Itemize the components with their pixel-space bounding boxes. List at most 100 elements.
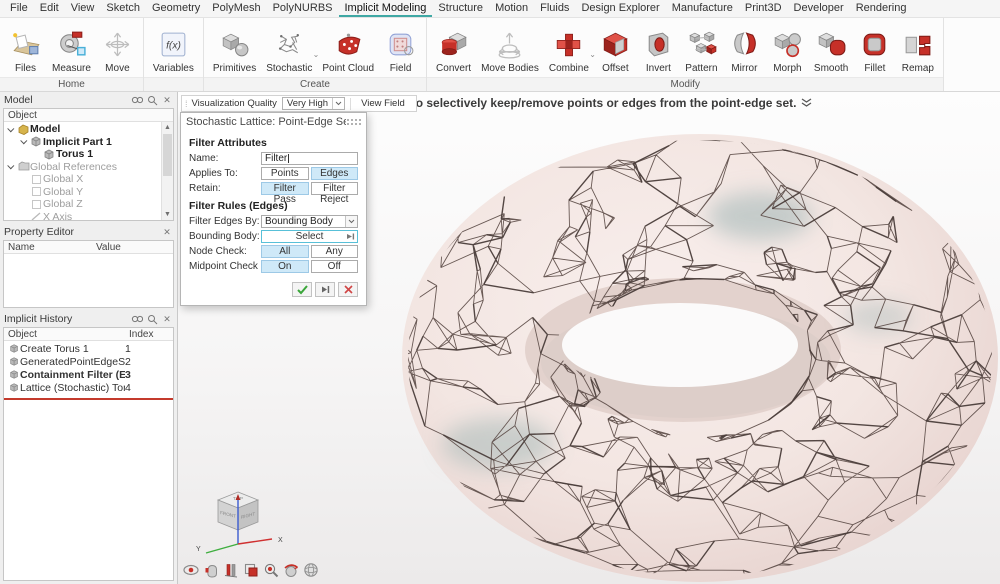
fit-icon[interactable] [243,562,260,579]
field-icon [384,25,417,63]
model-panel: Model ✕ Object ModelImplicit Part 1Torus… [0,92,177,224]
model-panel-title: Model [4,94,131,106]
points-toggle[interactable]: Points [261,167,309,180]
history-item-1[interactable]: Create Torus 11 [4,342,173,355]
history-item-3[interactable]: Containment Filter (Edg...3 [4,368,173,381]
menu-manufacture[interactable]: Manufacture [666,0,739,17]
remap-tool[interactable]: Remap [896,24,939,77]
invert-tool[interactable]: Invert [637,24,680,77]
tree-expand-icon[interactable] [19,139,29,144]
history-item-2[interactable]: GeneratedPointEdgeSet T...2 [4,355,173,368]
cancel-button[interactable] [338,282,358,297]
menu-view[interactable]: View [65,0,101,17]
combine-tool[interactable]: ⌄Combine [544,24,594,77]
tree-item-global-references[interactable]: Global References [4,161,173,174]
menu-print3d[interactable]: Print3D [739,0,788,17]
globe-icon[interactable] [303,562,320,579]
pointcloud-icon [332,25,365,63]
rotate-icon[interactable] [283,562,300,579]
menu-sketch[interactable]: Sketch [100,0,146,17]
menu-developer[interactable]: Developer [788,0,850,17]
section-icon[interactable] [223,562,240,579]
tree-item-implicit-part-1[interactable]: Implicit Part 1 [4,136,173,149]
close-icon[interactable]: ✕ [161,313,173,325]
filter-reject-toggle[interactable]: Filter Reject [311,182,359,195]
menu-structure[interactable]: Structure [432,0,489,17]
scroll-up-icon[interactable]: ▲ [162,122,173,133]
stochastic-tool[interactable]: ⌄Stochastic [261,24,317,77]
dialog-title-bar[interactable]: Stochastic Lattice: Point-Edge Set Fil..… [181,113,366,130]
offset-icon [599,25,632,63]
menu-implicit-modeling[interactable]: Implicit Modeling [339,0,433,17]
close-icon[interactable]: ✕ [161,226,173,238]
primitives-tool[interactable]: Primitives [208,24,261,77]
chevron-down-icon [332,98,344,109]
tree-item-global-x[interactable]: Global X [4,173,173,186]
menu-polymesh[interactable]: PolyMesh [206,0,266,17]
fillet-tool[interactable]: Fillet [853,24,896,77]
menu-design-explorer[interactable]: Design Explorer [575,0,665,17]
smooth-tool[interactable]: Smooth [809,24,853,77]
filter-pass-toggle[interactable]: Filter Pass [261,182,309,195]
tree-item-torus-1[interactable]: Torus 1 [4,148,173,161]
find-icon[interactable] [131,94,143,106]
midpoint-off-toggle[interactable]: Off [311,260,359,273]
field-tool[interactable]: Field [379,24,422,77]
tree-item-global-z[interactable]: Global Z [4,198,173,211]
toolbar-grip-icon[interactable]: ⁞ [185,99,187,109]
menu-edit[interactable]: Edit [34,0,65,17]
visualization-quality-label: Visualization Quality [192,98,277,109]
filter-edges-by-dropdown[interactable]: Bounding Body [261,215,358,228]
view-field-button[interactable]: View Field [356,98,410,109]
menu-polynurbs[interactable]: PolyNURBS [267,0,339,17]
menu-rendering[interactable]: Rendering [850,0,913,17]
menu-fluids[interactable]: Fluids [534,0,575,17]
tree-item-model[interactable]: Model [4,123,173,136]
tree-item-global-y[interactable]: Global Y [4,186,173,199]
tree-item-x-axis[interactable]: X Axis [4,211,173,222]
property-editor-table: Name Value [3,240,174,308]
variables-tool[interactable]: f(x)Variables [148,24,199,77]
model-tree-scrollbar[interactable]: ▲ ▼ [161,122,173,220]
zoom-icon[interactable] [263,562,280,579]
search-icon[interactable] [146,94,158,106]
tree-expand-icon[interactable] [6,164,16,169]
history-item-4[interactable]: Lattice (Stochastic) Torus 14 [4,381,173,394]
visibility-icon[interactable] [183,562,200,579]
view-cube[interactable]: TOP FRONT RIGHT X Y [192,484,284,562]
mirror-tool[interactable]: Mirror [723,24,766,77]
point-cloud-tool[interactable]: Point Cloud [317,24,379,77]
grab-icon[interactable] [203,562,220,579]
node-check-any-toggle[interactable]: Any [311,245,359,258]
bounding-body-select-button[interactable]: Select [261,230,358,243]
drag-grip-icon[interactable] [346,118,361,126]
menu-file[interactable]: File [4,0,34,17]
morph-tool[interactable]: Morph [766,24,809,77]
node-check-all-toggle[interactable]: All [261,245,309,258]
tree-expand-icon[interactable] [6,127,16,132]
menu-geometry[interactable]: Geometry [146,0,206,17]
scroll-down-icon[interactable]: ▼ [162,209,173,220]
visualization-quality-select[interactable]: Very High [282,97,345,110]
find-icon[interactable] [131,313,143,325]
history-position-marker[interactable] [3,398,174,400]
files-tool[interactable]: Files [4,24,47,77]
edges-toggle[interactable]: Edges [311,167,359,180]
close-icon[interactable]: ✕ [161,94,173,106]
menu-motion[interactable]: Motion [489,0,534,17]
midpoint-on-toggle[interactable]: On [261,260,309,273]
measure-tool[interactable]: Measure [47,24,96,77]
scrollbar-thumb[interactable] [163,134,172,176]
offset-tool[interactable]: Offset [594,24,637,77]
search-icon[interactable] [146,313,158,325]
convert-tool[interactable]: Convert [431,24,476,77]
move-tool[interactable]: Move [96,24,139,77]
move-bodies-tool[interactable]: Move Bodies [476,24,544,77]
dialog-title: Stochastic Lattice: Point-Edge Set Fil..… [186,116,346,128]
name-input[interactable]: Filter [261,152,358,165]
chevron-double-down-icon[interactable] [801,98,812,108]
next-button[interactable] [315,282,335,297]
viewport[interactable]: ⁞ Visualization Quality Very High View F… [178,92,1000,584]
pattern-tool[interactable]: Pattern [680,24,723,77]
apply-button[interactable] [292,282,312,297]
